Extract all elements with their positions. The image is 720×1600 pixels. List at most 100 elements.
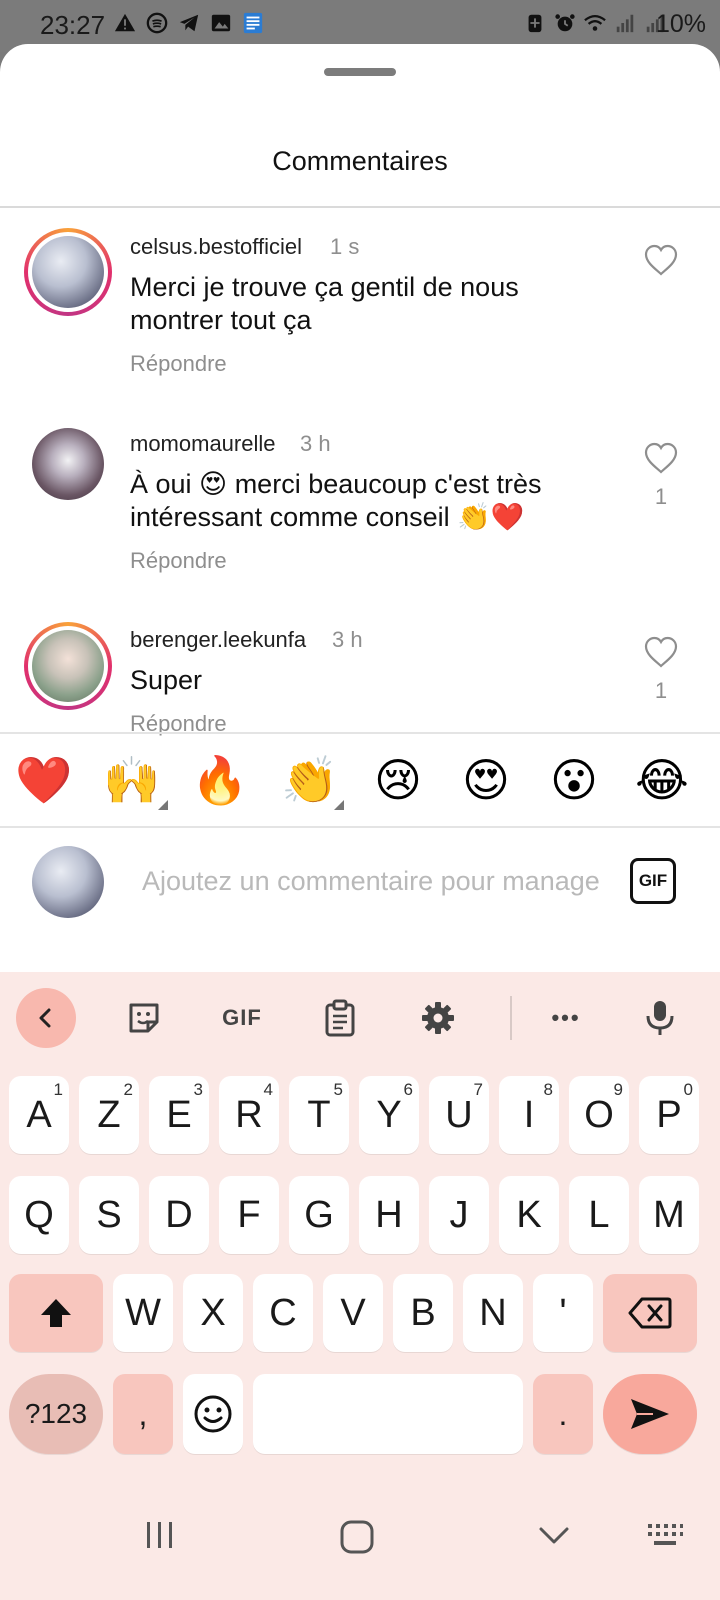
comment-text: À oui 😍 merci beaucoup c'est très intére… bbox=[130, 469, 542, 532]
comment-input-row: GIF bbox=[0, 828, 720, 930]
send-key[interactable] bbox=[603, 1374, 697, 1454]
key-t[interactable]: T5 bbox=[289, 1076, 349, 1154]
key-label: O bbox=[584, 1093, 614, 1136]
key-label: I bbox=[523, 1093, 535, 1136]
status-time: 23:27 bbox=[40, 10, 106, 40]
like-count: 1 bbox=[654, 678, 668, 703]
key-e[interactable]: E3 bbox=[149, 1076, 209, 1154]
voice-input-button[interactable] bbox=[640, 998, 680, 1038]
emoji-fire[interactable]: 🔥 bbox=[190, 754, 250, 806]
key-label: Z bbox=[97, 1093, 121, 1136]
key-apostrophe[interactable]: ' bbox=[533, 1274, 593, 1352]
avatar[interactable] bbox=[24, 228, 112, 316]
backspace-key[interactable] bbox=[603, 1274, 697, 1352]
like-count: 1 bbox=[654, 484, 668, 509]
wifi-icon bbox=[584, 14, 606, 31]
key-label: R bbox=[235, 1093, 263, 1136]
symbols-key[interactable]: ?123 bbox=[9, 1374, 103, 1454]
key-i[interactable]: I8 bbox=[499, 1076, 559, 1154]
avatar[interactable] bbox=[32, 428, 104, 500]
key-m[interactable]: M bbox=[639, 1176, 699, 1254]
heart-icon[interactable] bbox=[643, 244, 679, 276]
key-z[interactable]: Z2 bbox=[79, 1076, 139, 1154]
recent-apps-icon[interactable] bbox=[144, 1520, 176, 1550]
comment-username[interactable]: berenger.leekunfa bbox=[130, 627, 306, 653]
divider bbox=[0, 206, 720, 208]
settings-button[interactable] bbox=[418, 998, 458, 1038]
key-k[interactable]: K bbox=[499, 1176, 559, 1254]
key-w[interactable]: W bbox=[113, 1274, 173, 1352]
key-c[interactable]: C bbox=[253, 1274, 313, 1352]
comment-username[interactable]: celsus.bestofficiel bbox=[130, 234, 302, 260]
keyboard: GIF ••• A1 Z2 E3 R4 T5 Y6 U7 I8 O9 P0 Q … bbox=[0, 972, 720, 1476]
emoji-laughing[interactable]: 😂 bbox=[632, 754, 692, 806]
emoji-crying[interactable]: 😢 bbox=[368, 754, 428, 806]
reply-button[interactable]: Répondre bbox=[130, 548, 227, 574]
key-n[interactable]: N bbox=[463, 1274, 523, 1352]
system-nav-bar bbox=[0, 1476, 720, 1600]
key-hint: 3 bbox=[193, 1080, 203, 1099]
key-hint: 1 bbox=[53, 1080, 63, 1099]
key-hint: 8 bbox=[543, 1080, 553, 1099]
key-v[interactable]: V bbox=[323, 1274, 383, 1352]
heart-icon[interactable] bbox=[643, 636, 679, 668]
clipboard-button[interactable] bbox=[320, 998, 360, 1038]
keyboard-gif-button[interactable]: GIF bbox=[218, 998, 266, 1038]
emoji-heart-eyes[interactable]: 😍 bbox=[456, 754, 516, 806]
shift-icon bbox=[41, 1299, 71, 1327]
comment-username[interactable]: momomaurelle bbox=[130, 431, 276, 457]
key-r[interactable]: R4 bbox=[219, 1076, 279, 1154]
comment-time: 3 h bbox=[332, 627, 363, 652]
variant-indicator-icon bbox=[334, 800, 344, 810]
gif-label: GIF bbox=[222, 1005, 262, 1030]
key-u[interactable]: U7 bbox=[429, 1076, 489, 1154]
sheet-drag-handle[interactable] bbox=[324, 68, 396, 76]
key-x[interactable]: X bbox=[183, 1274, 243, 1352]
emoji-clap[interactable]: 👏 bbox=[280, 754, 340, 806]
key-hint: 5 bbox=[333, 1080, 343, 1099]
keyboard-back-button[interactable] bbox=[16, 988, 76, 1048]
spacebar[interactable] bbox=[253, 1374, 523, 1454]
key-hint: 0 bbox=[683, 1080, 693, 1099]
key-b[interactable]: B bbox=[393, 1274, 453, 1352]
key-label: A bbox=[26, 1093, 52, 1136]
key-l[interactable]: L bbox=[569, 1176, 629, 1254]
avatar bbox=[32, 846, 104, 918]
period-key[interactable]: . bbox=[533, 1374, 593, 1454]
home-icon[interactable] bbox=[340, 1520, 374, 1554]
key-p[interactable]: P0 bbox=[639, 1076, 699, 1154]
key-h[interactable]: H bbox=[359, 1176, 419, 1254]
comment-time: 1 s bbox=[330, 234, 360, 259]
key-label: T bbox=[307, 1093, 331, 1136]
key-q[interactable]: Q bbox=[9, 1176, 69, 1254]
emoji-heart[interactable]: ❤️ bbox=[14, 754, 74, 806]
key-a[interactable]: A1 bbox=[9, 1076, 69, 1154]
key-hint: 6 bbox=[403, 1080, 413, 1099]
shift-key[interactable] bbox=[9, 1274, 103, 1352]
key-s[interactable]: S bbox=[79, 1176, 139, 1254]
key-y[interactable]: Y6 bbox=[359, 1076, 419, 1154]
key-d[interactable]: D bbox=[149, 1176, 209, 1254]
key-f[interactable]: F bbox=[219, 1176, 279, 1254]
sticker-button[interactable] bbox=[124, 998, 164, 1038]
emoji-key[interactable] bbox=[183, 1374, 243, 1454]
comma-key[interactable]: , bbox=[113, 1374, 173, 1454]
chevron-down-icon[interactable] bbox=[538, 1526, 570, 1546]
more-options-button[interactable]: ••• bbox=[542, 998, 590, 1038]
key-g[interactable]: G bbox=[289, 1176, 349, 1254]
smiley-icon bbox=[194, 1395, 232, 1433]
emoji-raising-hands[interactable]: 🙌 bbox=[102, 754, 162, 806]
emoji-surprised[interactable]: 😮 bbox=[544, 754, 604, 806]
reply-button[interactable]: Répondre bbox=[130, 351, 227, 377]
avatar[interactable] bbox=[24, 622, 112, 710]
key-o[interactable]: O9 bbox=[569, 1076, 629, 1154]
signal-icon bbox=[616, 14, 634, 33]
heart-icon[interactable] bbox=[643, 442, 679, 474]
key-j[interactable]: J bbox=[429, 1176, 489, 1254]
gif-button[interactable]: GIF bbox=[630, 858, 676, 904]
key-label: Y bbox=[376, 1093, 402, 1136]
variant-indicator-icon bbox=[158, 800, 168, 810]
comment-input[interactable] bbox=[142, 864, 610, 898]
sheet-title: Commentaires bbox=[272, 146, 448, 176]
keyboard-icon[interactable] bbox=[646, 1522, 684, 1548]
